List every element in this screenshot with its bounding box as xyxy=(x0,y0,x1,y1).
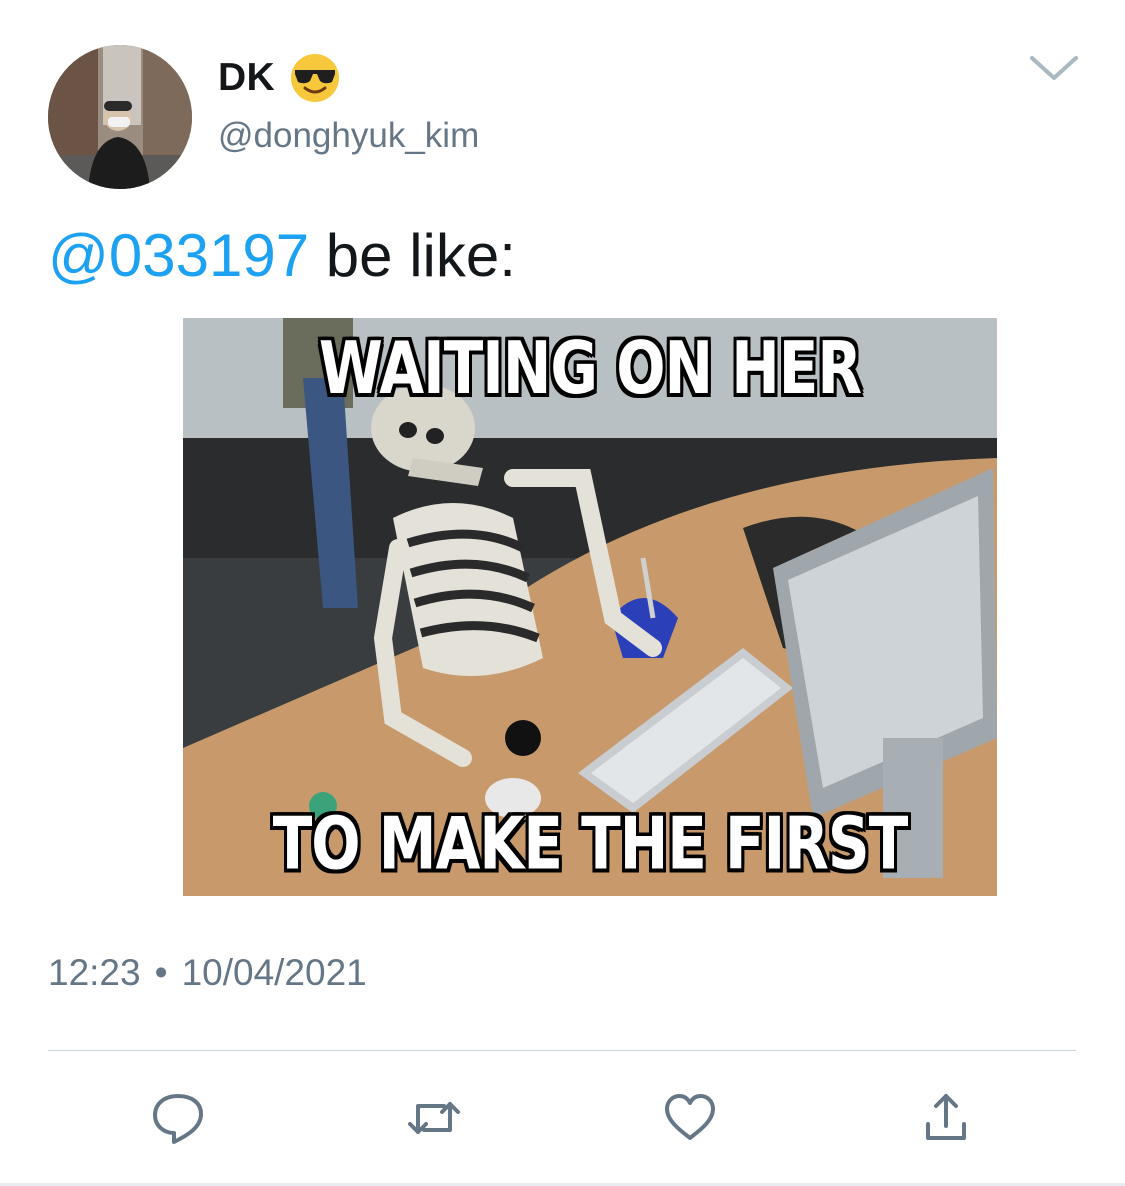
share-icon xyxy=(926,1094,966,1140)
tweet-time: 12:23 xyxy=(48,952,141,993)
meme-top-caption: WAITING ON HER xyxy=(318,325,862,411)
avatar[interactable] xyxy=(48,45,192,189)
tweet-body-text: be like: xyxy=(309,222,516,289)
reply-icon xyxy=(153,1094,203,1144)
reply-button[interactable] xyxy=(150,1090,206,1146)
avatar-photo xyxy=(48,45,192,189)
display-name-text: DK xyxy=(218,56,275,99)
chevron-down-icon[interactable] xyxy=(1026,50,1082,86)
tweet-date: 10/04/2021 xyxy=(181,952,367,993)
heart-icon xyxy=(665,1094,715,1140)
tweet-text: @033197 be like: xyxy=(48,220,516,292)
like-button[interactable] xyxy=(662,1090,718,1146)
meme-bottom-caption: TO MAKE THE FIRST MOVE xyxy=(272,801,909,896)
smiling-face-with-sunglasses-icon xyxy=(289,52,341,104)
retweet-icon xyxy=(408,1102,460,1134)
display-name[interactable]: DK xyxy=(218,52,341,104)
divider xyxy=(48,1050,1076,1051)
share-button[interactable] xyxy=(918,1090,974,1146)
tweet-timestamp[interactable]: 12:23 • 10/04/2021 xyxy=(48,952,367,994)
retweet-button[interactable] xyxy=(406,1090,462,1146)
tweet-media-image[interactable]: WAITING ON HER TO MAKE THE FIRST MOVE xyxy=(183,318,997,896)
tweet-card: DK @donghyuk_kim @033197 be like: WAITIN… xyxy=(0,0,1125,1186)
mention-link[interactable]: @033197 xyxy=(48,222,309,289)
user-handle[interactable]: @donghyuk_kim xyxy=(218,116,479,156)
meta-separator: • xyxy=(154,952,168,993)
